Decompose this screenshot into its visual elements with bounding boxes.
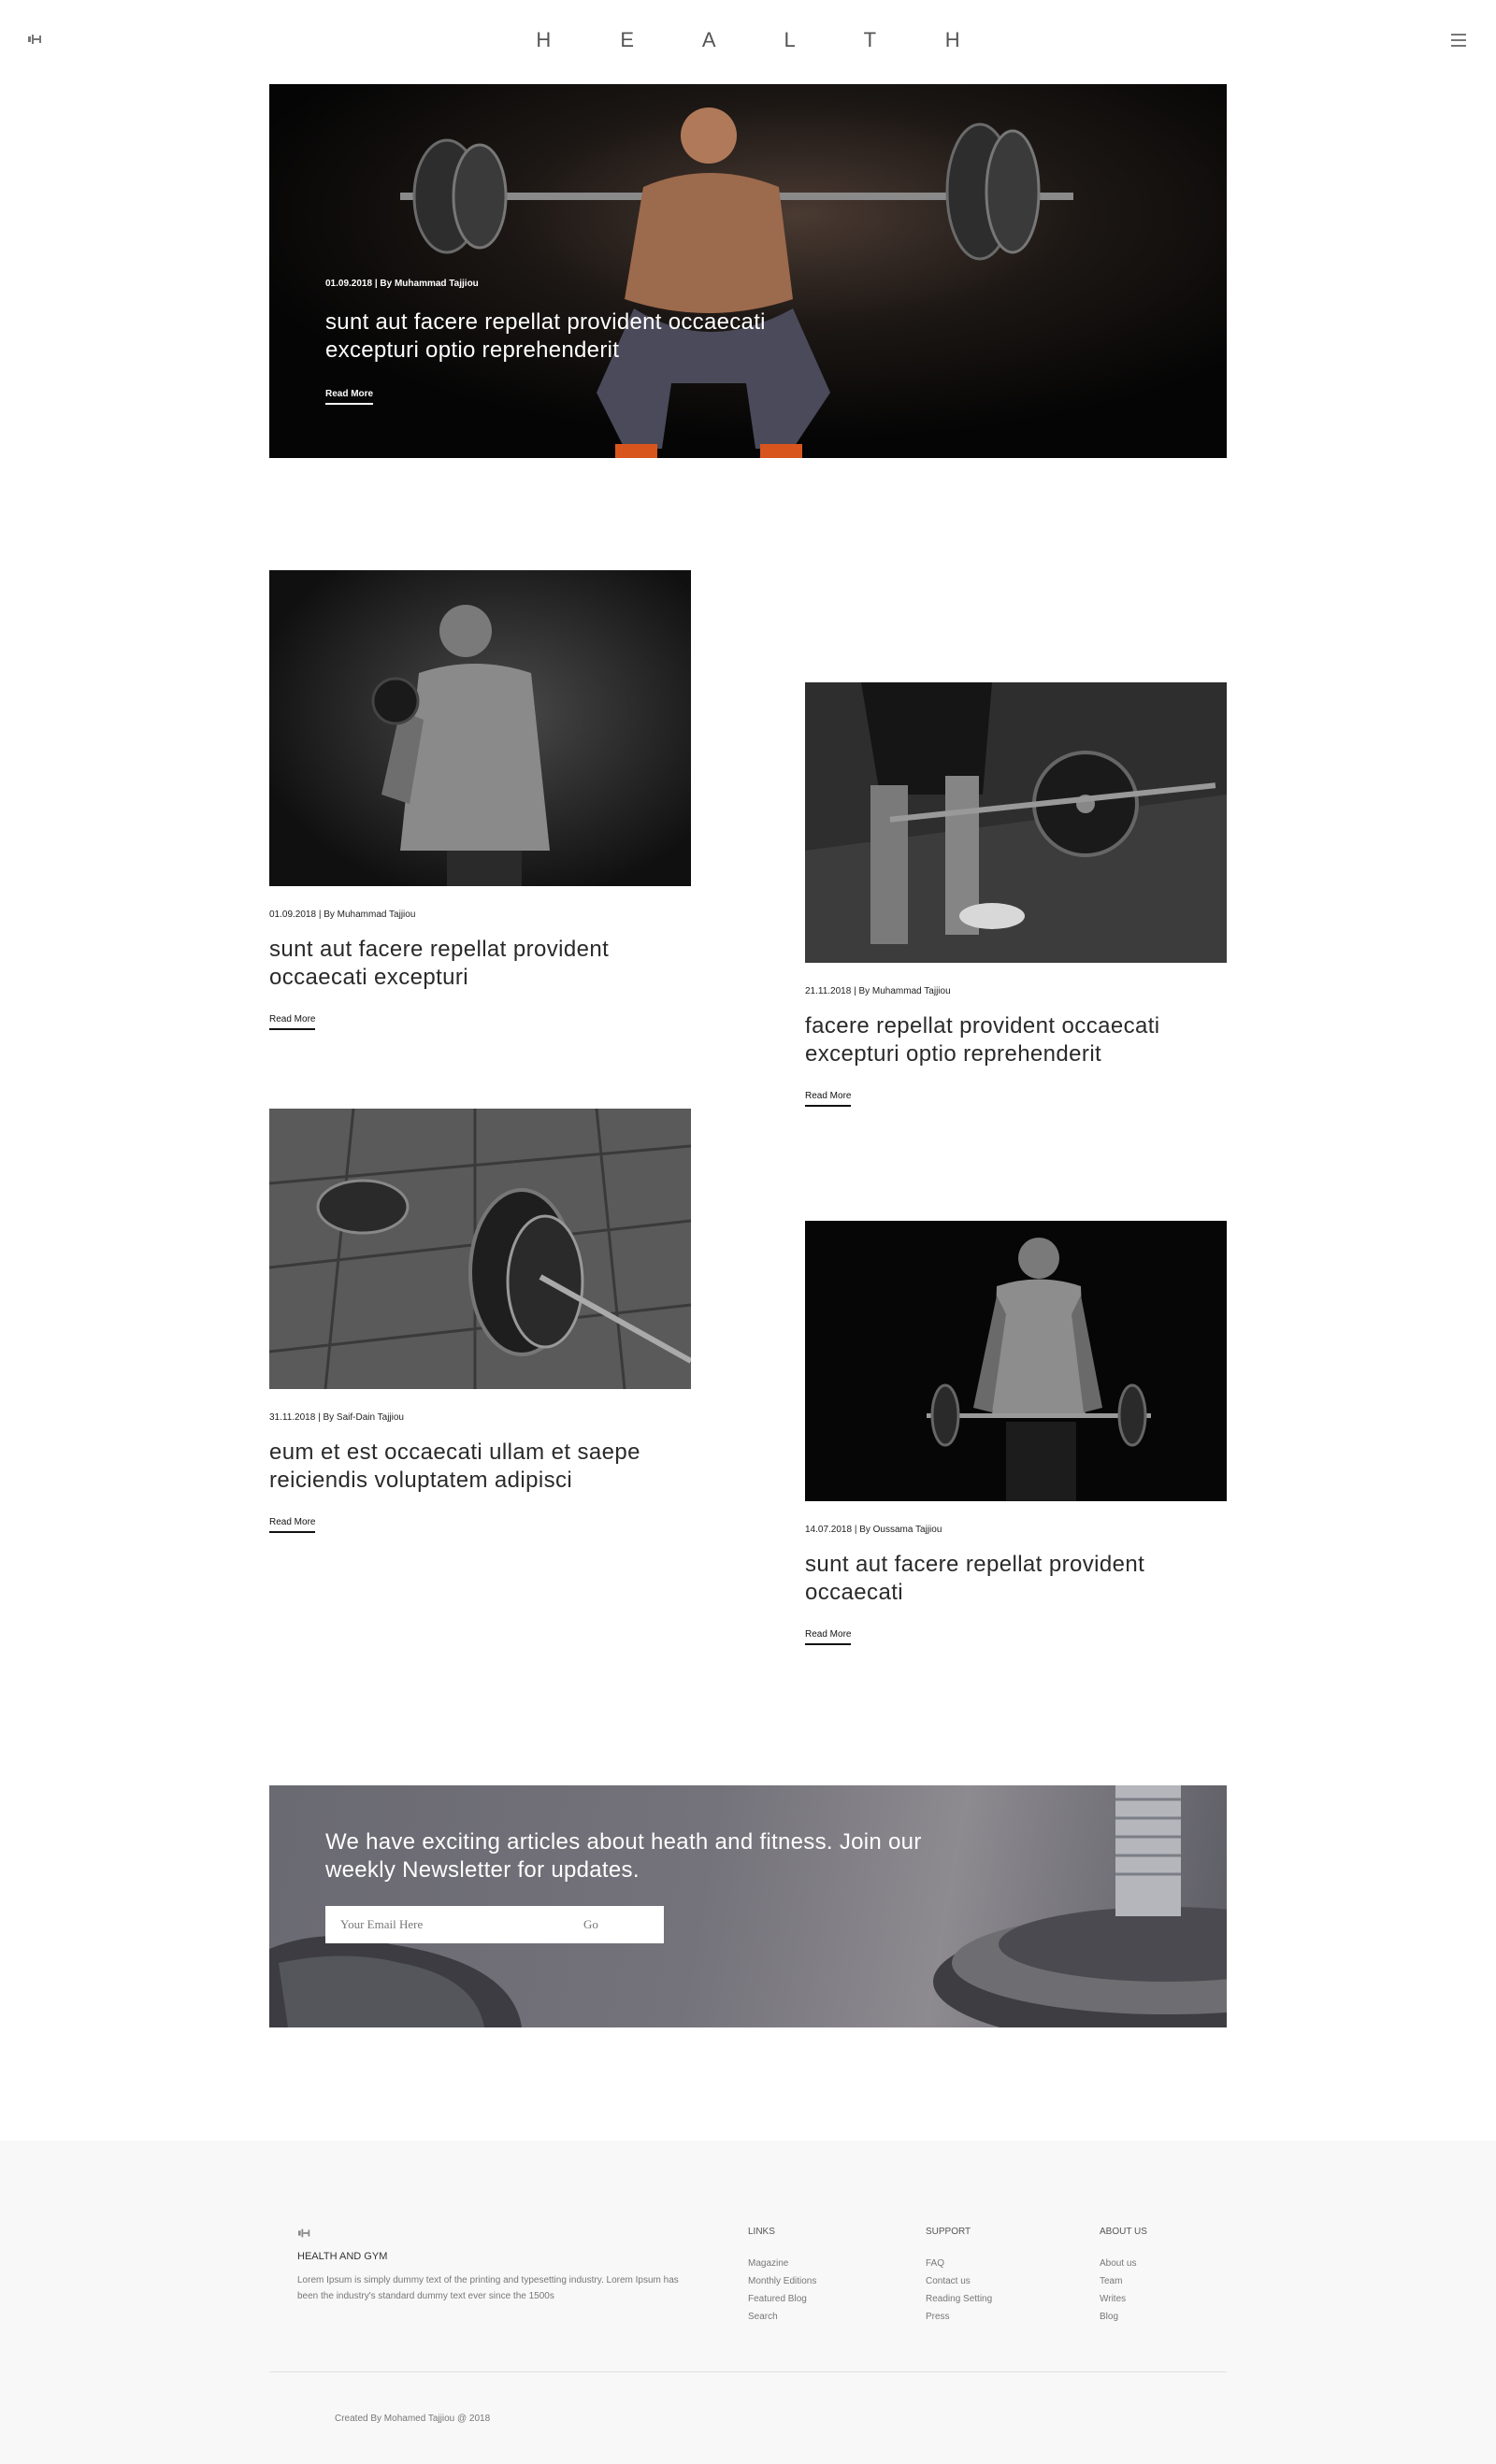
hero-featured-post: 01.09.2018 | By Muhammad Tajjiou sunt au… [269,84,1227,458]
footer-link-reading-setting[interactable]: Reading Setting [926,2290,992,2308]
post-title[interactable]: eum et est occaecati ullam et saepe reic… [269,1439,691,1495]
footer-link-featured-blog[interactable]: Featured Blog [748,2290,816,2308]
hero-post-meta: 01.09.2018 | By Muhammad Tajjiou [325,279,479,289]
footer-link-writes[interactable]: Writes [1100,2290,1147,2308]
footer-column-heading: LINKS [748,2227,775,2237]
footer-link-contact-us[interactable]: Contact us [926,2272,992,2290]
footer-link-about-us[interactable]: About us [1100,2255,1147,2272]
dumbbell-icon [298,2228,310,2238]
post-image[interactable] [805,1221,1227,1501]
footer-column-support: SUPPORT FAQ Contact us Reading Setting P… [926,2227,992,2326]
footer-link-faq[interactable]: FAQ [926,2255,992,2272]
footer-link-monthly-editions[interactable]: Monthly Editions [748,2272,816,2290]
footer-link-magazine[interactable]: Magazine [748,2255,816,2272]
footer-brand: HEALTH AND GYM [297,2251,388,2262]
post-image[interactable] [269,1109,691,1389]
read-more-link[interactable]: Read More [269,1014,316,1030]
post-card: 14.07.2018 | By Oussama Tajjiou sunt aut… [805,1221,1227,1645]
footer-column-about: ABOUT US About us Team Writes Blog [1100,2227,1147,2326]
footer-copyright: Created By Mohamed Tajjiou @ 2018 [335,2414,491,2424]
footer-column-heading: ABOUT US [1100,2227,1147,2237]
hamburger-menu-icon[interactable] [1451,34,1466,47]
post-card: 21.11.2018 | By Muhammad Tajjiou facere … [805,682,1227,1107]
post-meta: 21.11.2018 | By Muhammad Tajjiou [805,986,951,996]
newsletter-text: We have exciting articles about heath an… [325,1829,922,1883]
email-input[interactable] [325,1906,578,1943]
post-meta: 14.07.2018 | By Oussama Tajjiou [805,1525,942,1535]
footer-description: Lorem Ipsum is simply dummy text of the … [297,2275,679,2301]
footer-link-team[interactable]: Team [1100,2272,1147,2290]
footer-link-search[interactable]: Search [748,2308,816,2326]
footer-divider [269,2371,1227,2372]
post-title[interactable]: facere repellat provident occaecati exce… [805,1012,1227,1068]
newsletter-form: Go [325,1906,664,1943]
footer-column-heading: SUPPORT [926,2227,971,2237]
site-footer: HEALTH AND GYM Lorem Ipsum is simply dum… [0,2141,1496,2464]
read-more-link[interactable]: Read More [805,1629,852,1645]
hero-image [269,84,1227,458]
site-title[interactable]: H E A L T H [0,28,1496,52]
subscribe-go-button[interactable]: Go [578,1906,664,1943]
post-meta: 31.11.2018 | By Saif-Dain Tajjiou [269,1412,404,1423]
post-meta: 01.09.2018 | By Muhammad Tajjiou [269,910,416,920]
newsletter-banner: We have exciting articles about heath an… [269,1785,1227,2027]
post-card: 31.11.2018 | By Saif-Dain Tajjiou eum et… [269,1109,691,1533]
post-title[interactable]: sunt aut facere repellat provident occae… [269,936,691,992]
hero-read-more-link[interactable]: Read More [325,389,374,405]
post-image[interactable] [805,682,1227,963]
read-more-link[interactable]: Read More [805,1091,852,1107]
footer-column-links: LINKS Magazine Monthly Editions Featured… [748,2227,816,2326]
post-title[interactable]: sunt aut facere repellat provident occae… [805,1551,1227,1607]
post-image[interactable] [269,570,691,886]
post-card: 01.09.2018 | By Muhammad Tajjiou sunt au… [269,570,691,1030]
footer-link-blog[interactable]: Blog [1100,2308,1147,2326]
read-more-link[interactable]: Read More [269,1517,316,1533]
hero-post-title[interactable]: sunt aut facere repellat provident occae… [325,308,812,365]
site-header: H E A L T H [0,0,1496,84]
footer-link-press[interactable]: Press [926,2308,992,2326]
